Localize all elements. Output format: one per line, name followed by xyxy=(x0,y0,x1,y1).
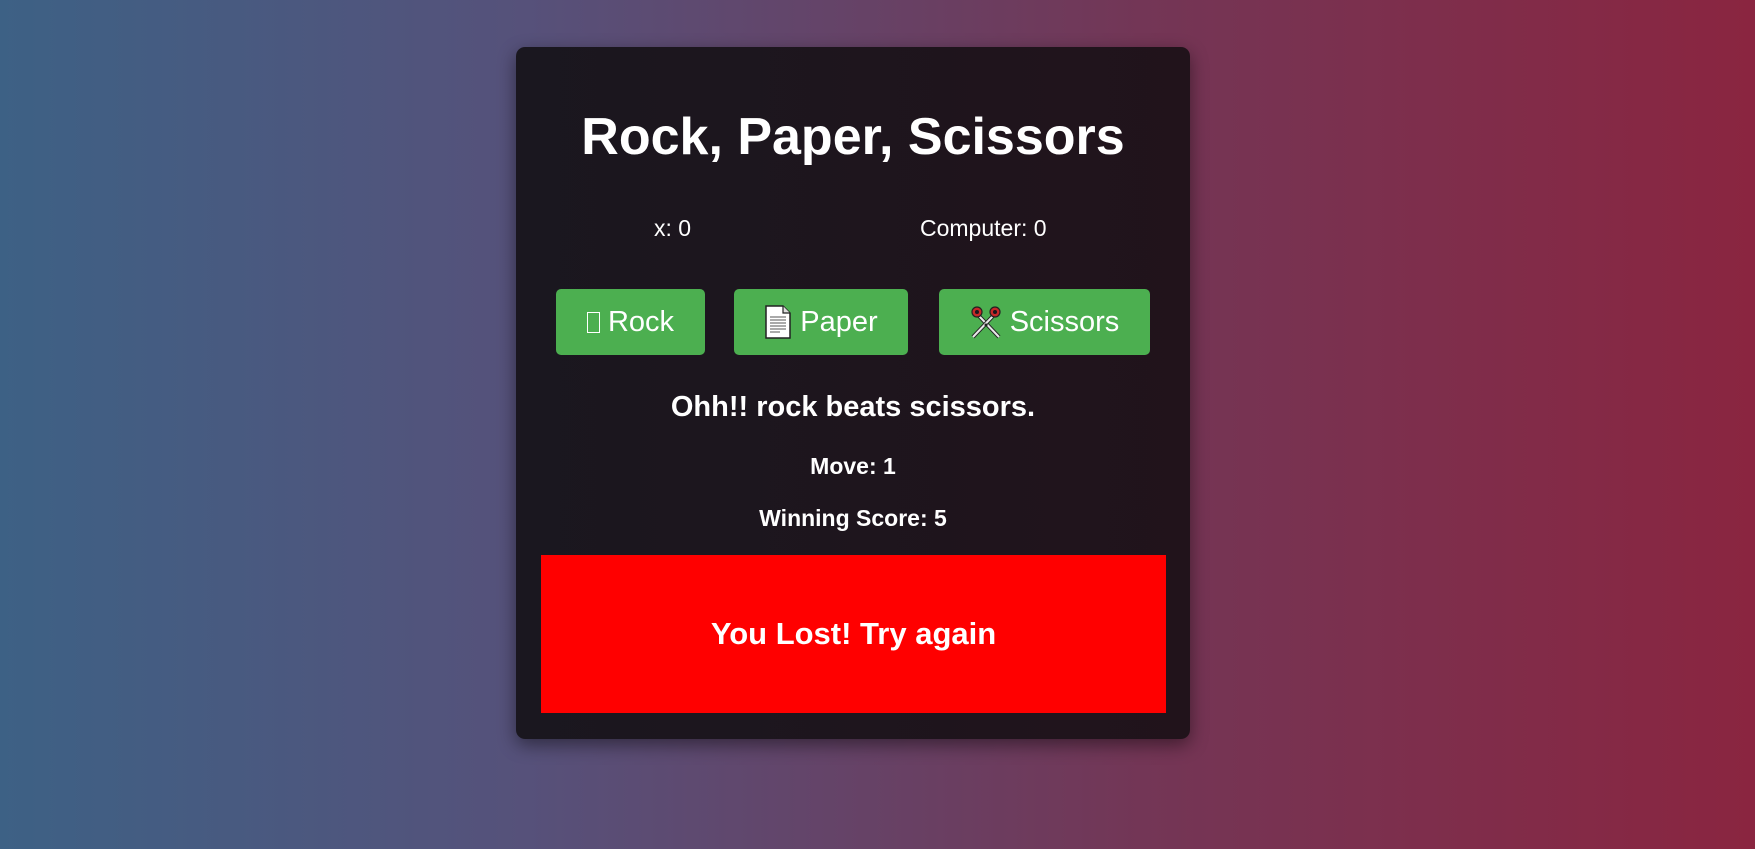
winning-score: Winning Score: 5 xyxy=(759,505,947,531)
round-result: Ohh!! rock beats scissors. xyxy=(670,391,1036,423)
game-over-banner: You Lost! Try again xyxy=(541,555,1166,713)
computer-score: Computer: 0 xyxy=(920,215,1047,241)
paper-button-label: Paper xyxy=(800,305,878,338)
game-over-message: You Lost! Try again xyxy=(710,616,997,651)
player-score: x: 0 xyxy=(654,215,692,241)
game-card: Rock, Paper, Scissors x: 0 Computer: 0 R… xyxy=(516,47,1190,739)
page-icon xyxy=(764,305,792,339)
paper-button[interactable]: Paper xyxy=(734,289,908,355)
page-title: Rock, Paper, Scissors xyxy=(581,108,1125,166)
scissors-button[interactable]: Scissors xyxy=(939,289,1150,355)
scissors-icon xyxy=(970,305,1002,339)
rock-button[interactable]: Rock xyxy=(556,289,705,355)
rock-button-label: Rock xyxy=(607,305,675,338)
scissors-button-label: Scissors xyxy=(1009,305,1120,338)
move-counter: Move: 1 xyxy=(810,453,896,479)
missing-glyph-icon xyxy=(586,311,600,333)
